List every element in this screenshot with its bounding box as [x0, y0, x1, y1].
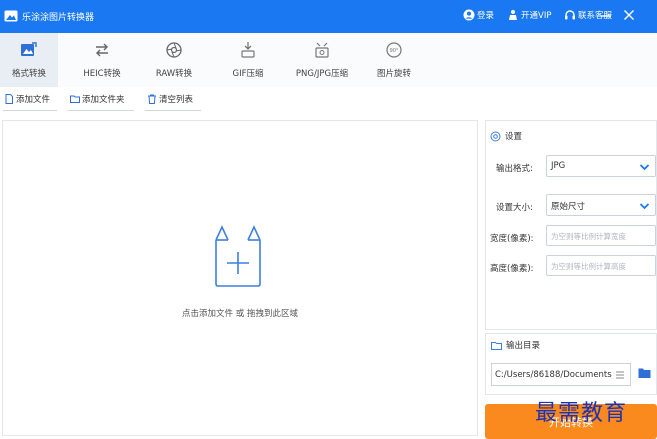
folder-icon: [70, 95, 80, 103]
title-bar: 乐涂涂图片转换器 登录 开通VIP 联系客服: [0, 0, 657, 33]
tab-gif[interactable]: GIF压缩: [218, 33, 278, 87]
add-file-button[interactable]: 添加文件: [4, 93, 50, 105]
clear-list-button[interactable]: 清空列表: [147, 93, 193, 105]
settings-panel: 设置 输出格式: JPG 设置大小: 原始尺寸 宽度(像素): 为空则等比例计算…: [485, 120, 657, 330]
width-placeholder: 为空则等比例计算宽度: [551, 232, 626, 241]
file-drop-area[interactable]: 点击添加文件 或 拖拽到此区域: [2, 120, 478, 436]
login-button[interactable]: 登录: [463, 9, 494, 21]
crown-icon: [509, 10, 517, 20]
image-compress-icon: [315, 42, 329, 58]
headset-icon: [565, 10, 575, 20]
tab-label: 格式转换: [11, 69, 46, 79]
tab-label: PNG/JPG压缩: [295, 69, 349, 79]
gif-compress-icon: [241, 42, 255, 58]
clear-list-label: 清空列表: [159, 95, 194, 105]
app-logo-icon: [4, 10, 18, 22]
folder-icon: [491, 341, 502, 350]
size-label: 设置大小:: [496, 203, 533, 213]
image-convert-icon: [21, 42, 37, 56]
swap-arrows-icon: [96, 43, 108, 57]
open-folder-icon[interactable]: [638, 367, 652, 379]
user-icon: [463, 9, 475, 21]
size-select[interactable]: 原始尺寸: [546, 194, 656, 216]
vip-button[interactable]: 开通VIP: [507, 9, 551, 21]
menu-icon: [616, 371, 624, 379]
size-value: 原始尺寸: [551, 202, 586, 212]
rotate-icon: 90°: [386, 42, 402, 58]
tab-format-convert[interactable]: 格式转换: [0, 33, 58, 87]
tab-png-jpg[interactable]: PNG/JPG压缩: [288, 33, 356, 87]
chevron-down-icon: [639, 164, 650, 171]
output-panel: 输出目录 C:/Users/86188/Documents: [485, 333, 657, 395]
camera-aperture-icon: [166, 42, 182, 58]
height-placeholder: 为空则等比例计算高度: [551, 262, 626, 271]
height-input[interactable]: 为空则等比例计算高度: [546, 255, 656, 276]
tab-label: HEIC转换: [83, 69, 121, 79]
gear-icon: [490, 131, 501, 141]
file-icon: [5, 94, 13, 104]
tab-label: GIF压缩: [232, 69, 264, 79]
minimize-icon[interactable]: [598, 7, 614, 23]
output-path-field[interactable]: C:/Users/86188/Documents: [491, 363, 631, 386]
output-header: 输出目录: [491, 339, 540, 351]
width-label: 宽度(像素):: [490, 234, 534, 244]
tab-rotate[interactable]: 90° 图片旋转: [366, 33, 422, 87]
close-icon[interactable]: [621, 7, 637, 23]
output-path: C:/Users/86188/Documents: [495, 370, 612, 380]
height-label: 高度(像素):: [490, 264, 534, 274]
add-folder-label: 添加文件夹: [82, 95, 125, 105]
app-title: 乐涂涂图片转换器: [22, 13, 95, 23]
tab-raw[interactable]: RAW转换: [144, 33, 204, 87]
settings-title: 设置: [505, 132, 523, 142]
output-title: 输出目录: [506, 341, 541, 351]
tab-label: 图片旋转: [376, 69, 411, 79]
divider: [68, 110, 134, 111]
toolbar-actions: 添加文件 添加文件夹 清空列表: [0, 87, 657, 113]
watermark: 最需教育: [535, 401, 628, 426]
settings-header: 设置: [490, 130, 522, 142]
add-file-plus-icon: [215, 225, 261, 287]
svg-text:90°: 90°: [390, 48, 399, 54]
login-label: 登录: [477, 11, 495, 21]
tab-heic[interactable]: HEIC转换: [72, 33, 132, 87]
vip-label: 开通VIP: [521, 11, 552, 21]
drop-hint: 点击添加文件 或 拖拽到此区域: [182, 309, 298, 319]
tab-label: RAW转换: [155, 69, 193, 79]
chevron-down-icon: [639, 203, 650, 210]
add-file-label: 添加文件: [16, 95, 51, 105]
divider: [145, 110, 201, 111]
output-format-select[interactable]: JPG: [546, 155, 656, 177]
divider: [3, 110, 57, 111]
module-tabs: 格式转换 HEIC转换 RAW转换 GIF压缩 PNG/JPG压缩 90° 图片…: [0, 33, 657, 87]
width-input[interactable]: 为空则等比例计算宽度: [546, 225, 656, 246]
output-format-value: JPG: [551, 161, 566, 171]
output-format-label: 输出格式:: [496, 164, 533, 174]
add-folder-button[interactable]: 添加文件夹: [70, 93, 125, 105]
trash-icon: [148, 94, 156, 104]
